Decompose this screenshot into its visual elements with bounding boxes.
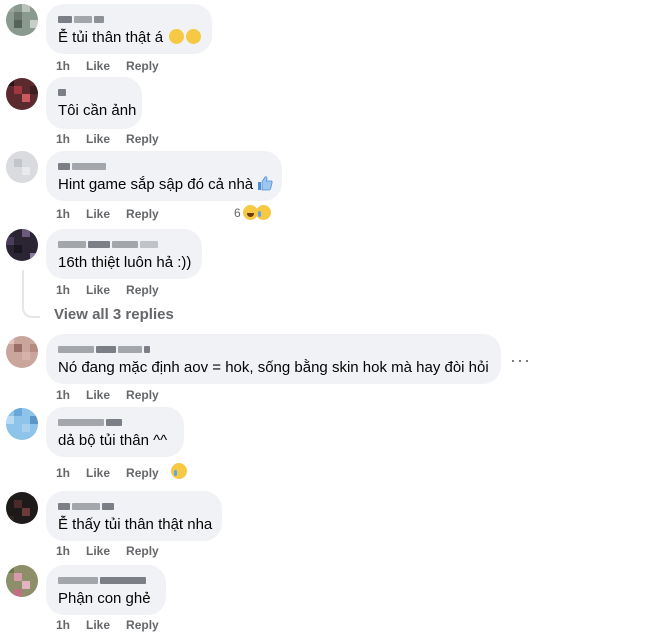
like-button[interactable]: Like [86, 617, 110, 633]
like-button[interactable]: Like [86, 131, 110, 147]
commenter-name-redacted[interactable] [58, 86, 68, 96]
commenter-name-redacted[interactable] [58, 574, 148, 584]
reply-button[interactable]: Reply [126, 543, 159, 559]
timestamp[interactable]: 1h [56, 617, 70, 633]
comment-bubble: dả bộ tủi thân ^^ [46, 407, 184, 457]
reply-button[interactable]: Reply [126, 131, 159, 147]
thumbs-up-icon [258, 176, 273, 191]
comment-bubble: Phận con ghẻ [46, 565, 166, 615]
more-options-button[interactable]: ··· [510, 350, 531, 371]
reply-button[interactable]: Reply [126, 282, 159, 298]
avatar[interactable] [6, 78, 38, 110]
sad-reaction-icon[interactable] [171, 463, 187, 479]
comment-actions: 1h Like Reply [56, 206, 159, 222]
comment-actions: 1h Like Reply [56, 543, 159, 559]
comment-actions: 1h Like Reply [56, 465, 159, 481]
avatar[interactable] [6, 565, 38, 597]
like-button[interactable]: Like [86, 387, 110, 403]
comment-bubble: Tôi cần ảnh [46, 77, 142, 129]
comment-text: Tôi cần ảnh [58, 102, 137, 119]
timestamp[interactable]: 1h [56, 543, 70, 559]
commenter-name-redacted[interactable] [58, 13, 106, 23]
comment-actions: 1h Like Reply [56, 387, 159, 403]
like-button[interactable]: Like [86, 543, 110, 559]
comment-actions: 1h Like Reply [56, 58, 159, 74]
avatar[interactable] [6, 151, 38, 183]
comment-text: Hint game sắp sập đó cả nhà [58, 175, 273, 195]
timestamp[interactable]: 1h [56, 206, 70, 222]
commenter-name-redacted[interactable] [58, 160, 108, 170]
comment-bubble: 16th thiệt luôn hả :)) [46, 229, 202, 279]
view-all-replies-link[interactable]: View all 3 replies [54, 306, 174, 323]
crying-face-icon [255, 205, 271, 220]
like-button[interactable]: Like [86, 465, 110, 481]
reply-button[interactable]: Reply [126, 617, 159, 633]
reaction-count: 6 [234, 205, 241, 220]
comment-text: Ễ thấy tủi thân thật nha [58, 516, 213, 533]
avatar[interactable] [6, 336, 38, 368]
comment-actions: 1h Like Reply [56, 617, 159, 633]
comment-text: Ễ tủi thân thật á [58, 28, 202, 48]
timestamp[interactable]: 1h [56, 131, 70, 147]
timestamp[interactable]: 1h [56, 465, 70, 481]
avatar[interactable] [6, 408, 38, 440]
like-button[interactable]: Like [86, 58, 110, 74]
timestamp[interactable]: 1h [56, 58, 70, 74]
commenter-name-redacted[interactable] [58, 238, 160, 248]
avatar[interactable] [6, 492, 38, 524]
comment-bubble: Nó đang mặc định aov = hok, sống bằng sk… [46, 334, 501, 384]
reply-button[interactable]: Reply [126, 465, 159, 481]
commenter-name-redacted[interactable] [58, 343, 152, 353]
comment-text: Nó đang mặc định aov = hok, sống bằng sk… [58, 359, 489, 376]
reply-button[interactable]: Reply [126, 387, 159, 403]
comment-actions: 1h Like Reply [56, 282, 159, 298]
comment-bubble: Hint game sắp sập đó cả nhà [46, 151, 282, 201]
sad-face-emoji-icon [186, 29, 202, 44]
timestamp[interactable]: 1h [56, 387, 70, 403]
like-button[interactable]: Like [86, 206, 110, 222]
commenter-name-redacted[interactable] [58, 416, 124, 426]
reply-button[interactable]: Reply [126, 58, 159, 74]
comment-text: Phận con ghẻ [58, 590, 151, 607]
reply-button[interactable]: Reply [126, 206, 159, 222]
comment-text: dả bộ tủi thân ^^ [58, 432, 168, 449]
like-button[interactable]: Like [86, 282, 110, 298]
commenter-name-redacted[interactable] [58, 500, 116, 510]
avatar[interactable] [6, 4, 38, 36]
sad-face-emoji-icon [169, 29, 185, 44]
comment-bubble: Ễ thấy tủi thân thật nha [46, 491, 222, 541]
comment-text: 16th thiệt luôn hả :)) [58, 254, 192, 271]
comment-actions: 1h Like Reply [56, 131, 159, 147]
comment-bubble: Ễ tủi thân thật á [46, 4, 212, 54]
timestamp[interactable]: 1h [56, 282, 70, 298]
avatar[interactable] [6, 229, 38, 261]
reaction-summary[interactable]: 6 [234, 205, 271, 220]
reply-thread-line [22, 270, 40, 318]
